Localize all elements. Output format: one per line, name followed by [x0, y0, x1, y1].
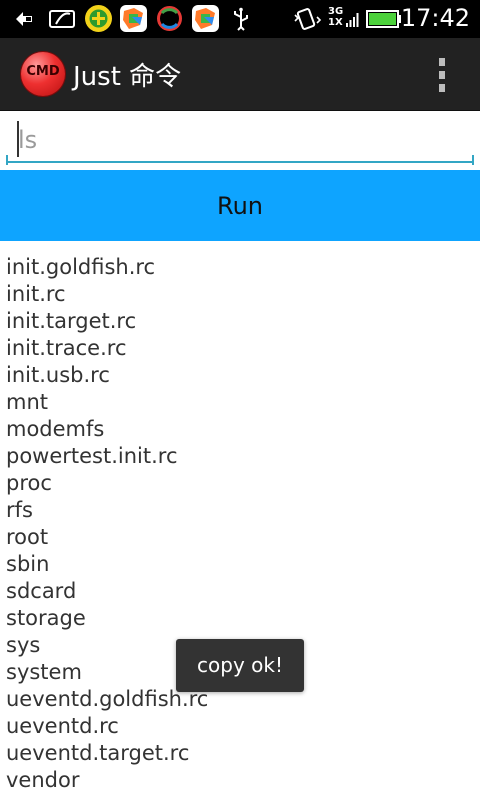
network-type-label: 3G 1X: [328, 6, 343, 28]
status-bar: 3G 1X 17:42: [0, 0, 480, 38]
toast-message: copy ok!: [176, 639, 304, 692]
app-logo-text: CMD: [26, 64, 60, 79]
signal-icon: [346, 13, 359, 27]
output-list-item[interactable]: root: [6, 524, 208, 551]
output-list-item[interactable]: storage: [6, 605, 208, 632]
overflow-dot: [439, 71, 445, 79]
output-list-item[interactable]: rfs: [6, 497, 208, 524]
network-bottom: 1X: [328, 17, 343, 28]
output-list-item[interactable]: proc: [6, 470, 208, 497]
text-cursor: [17, 121, 19, 157]
overflow-dot: [439, 58, 445, 66]
overflow-dot: [439, 84, 445, 92]
input-underline-right: [472, 155, 474, 165]
output-list-item[interactable]: init.usb.rc: [6, 362, 208, 389]
app-title: Just 命令: [73, 62, 182, 92]
output-list-item[interactable]: mnt: [6, 389, 208, 416]
colorful-app-icon: [120, 5, 147, 32]
colorful-app-icon-2: [192, 5, 219, 32]
network-top: 3G: [328, 6, 344, 17]
app-logo-icon[interactable]: CMD: [21, 52, 65, 96]
output-list-item[interactable]: powertest.init.rc: [6, 443, 208, 470]
run-button[interactable]: Run: [0, 170, 480, 241]
green-shield-app-icon: [85, 5, 112, 32]
output-list-item[interactable]: init.trace.rc: [6, 335, 208, 362]
back-arrow-icon: [16, 12, 32, 26]
battery-icon: [366, 10, 401, 28]
output-list-item[interactable]: modemfs: [6, 416, 208, 443]
action-bar: CMD Just 命令: [0, 38, 480, 112]
output-list-item[interactable]: init.rc: [6, 281, 208, 308]
clock: 17:42: [400, 4, 470, 32]
output-list-item[interactable]: init.target.rc: [6, 308, 208, 335]
usb-icon: [234, 7, 248, 31]
sync-app-icon: [156, 5, 183, 32]
output-list-item[interactable]: sdcard: [6, 578, 208, 605]
command-input[interactable]: [6, 119, 474, 163]
command-input-container: [0, 111, 480, 169]
sim-card-icon: [49, 10, 75, 28]
more-vert-icon[interactable]: [430, 56, 454, 94]
output-list-item[interactable]: init.goldfish.rc: [6, 254, 208, 281]
output-list-item[interactable]: ueventd.rc: [6, 713, 208, 740]
input-underline-left: [6, 155, 8, 165]
app-screen: 3G 1X 17:42 CMD Just 命令 ls Run init.gold…: [0, 0, 480, 800]
output-list-item[interactable]: vendor: [6, 767, 208, 794]
vibrate-icon: [294, 8, 322, 30]
output-list-item[interactable]: sbin: [6, 551, 208, 578]
output-list-item[interactable]: ueventd.target.rc: [6, 740, 208, 767]
output-list[interactable]: init.goldfish.rc init.rc init.target.rc ini…: [6, 254, 208, 794]
